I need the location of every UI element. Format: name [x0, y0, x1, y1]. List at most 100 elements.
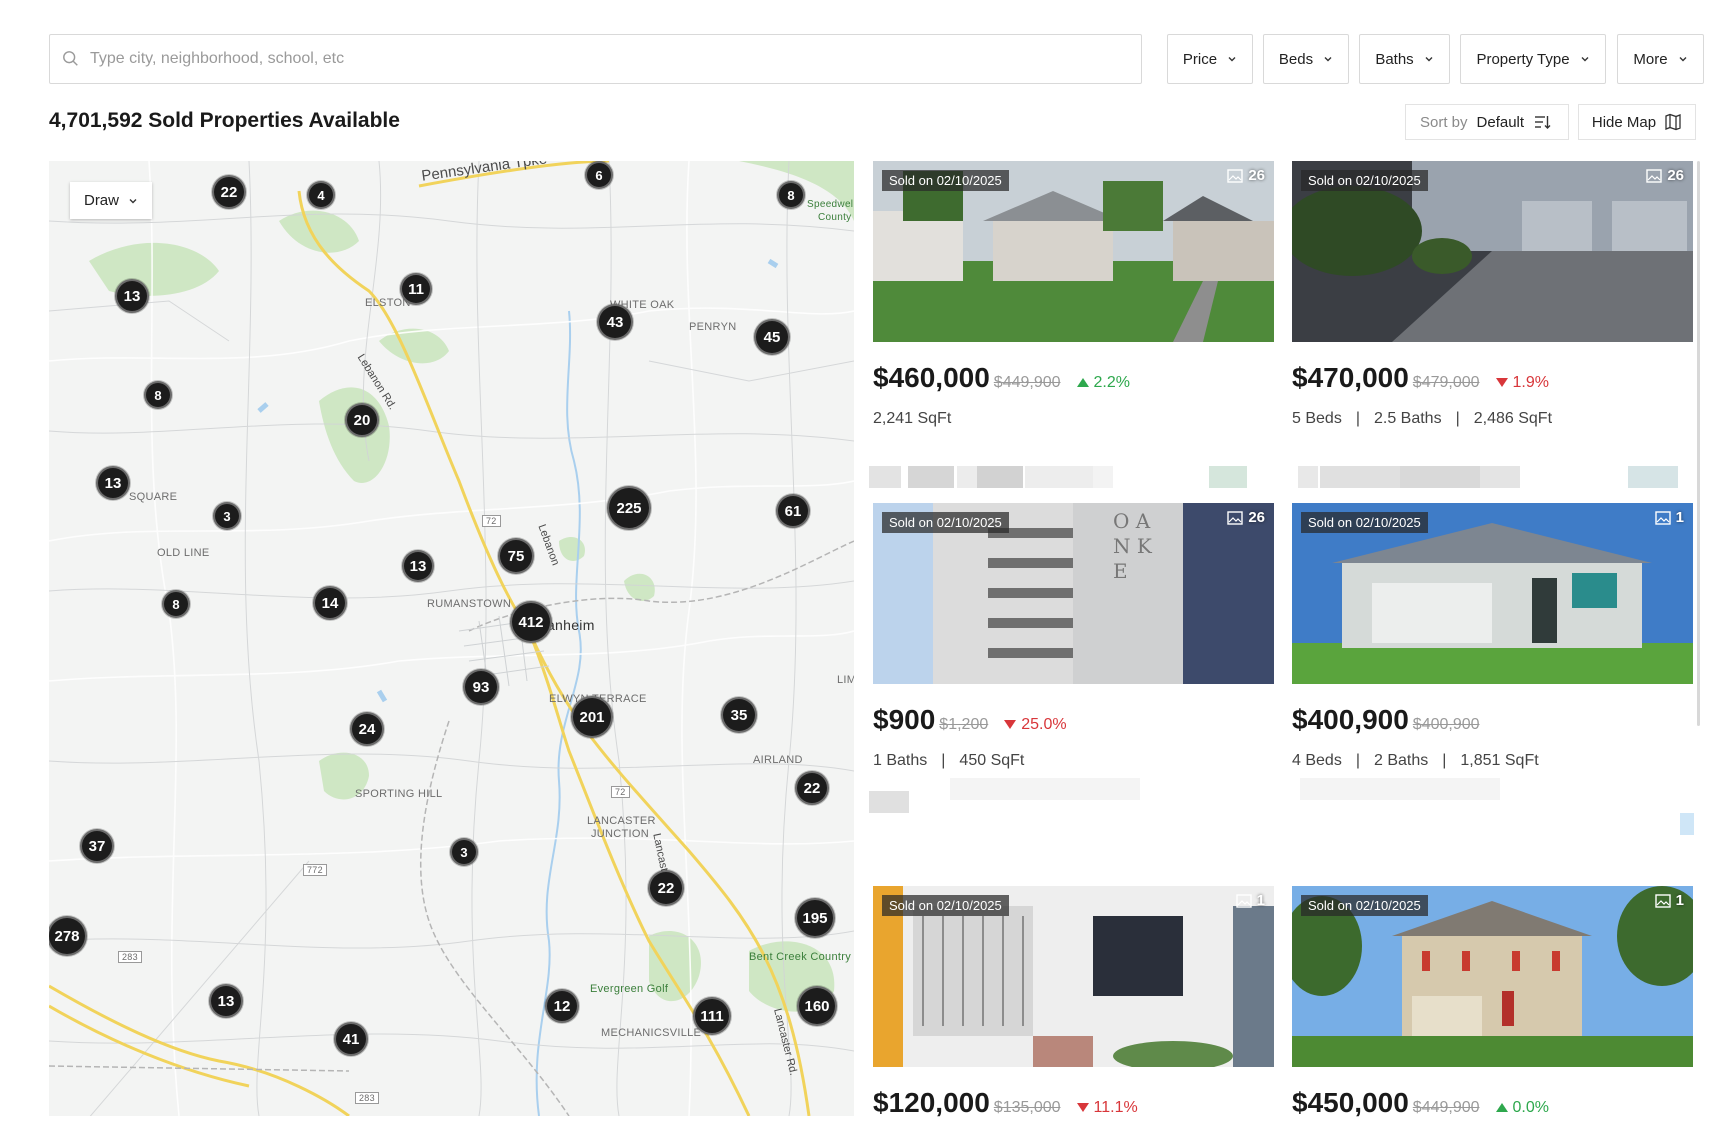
map-cluster-marker[interactable]: 13	[115, 279, 149, 313]
map-cluster-marker[interactable]: 201	[571, 696, 613, 738]
map-cluster-marker[interactable]: 8	[777, 181, 805, 209]
loading-placeholder	[869, 791, 909, 813]
listing-price: $470,000	[1292, 362, 1409, 393]
map-cluster-marker[interactable]: 195	[795, 898, 835, 938]
map-view[interactable]: Draw Pennsylvania Tpke Lebanon Rd. Lanca…	[49, 161, 854, 1116]
price-row: $470,000 $479,000 1.9%	[1292, 362, 1693, 396]
listing-card[interactable]: Sold on 02/10/2025 1 $450,000 $449,900 0…	[1292, 886, 1693, 1135]
map-cluster-marker[interactable]: 14	[313, 586, 347, 620]
draw-button[interactable]: Draw	[70, 182, 152, 219]
listing-photo[interactable]: O AN KE Sold on 02/10/2025 26	[873, 503, 1274, 684]
map-cluster-marker[interactable]: 75	[498, 538, 534, 574]
map-cluster-marker[interactable]: 13	[209, 984, 243, 1018]
listing-spec: 2,486 SqFt	[1473, 410, 1553, 427]
map-cluster-marker[interactable]: 6	[585, 161, 613, 189]
listing-spec: 5 Beds	[1292, 410, 1342, 427]
loading-placeholder	[977, 466, 1023, 488]
chevron-down-icon	[1228, 57, 1236, 62]
map-cluster-marker[interactable]: 4	[307, 181, 335, 209]
map-cluster-marker[interactable]: 93	[463, 669, 499, 705]
sort-dropdown[interactable]: Sort by Default	[1405, 104, 1569, 140]
price-change: 25.0%	[1004, 716, 1067, 734]
map-cluster-marker[interactable]: 111	[693, 997, 731, 1035]
route-shield: 72	[611, 786, 630, 798]
place-label: PENRYN	[689, 321, 737, 333]
price-filter-button[interactable]: Price	[1167, 34, 1253, 84]
map-cluster-marker[interactable]: 8	[144, 381, 172, 409]
spec-separator: |	[1455, 410, 1460, 427]
arrow-up-icon	[1076, 378, 1089, 387]
map-cluster-marker[interactable]: 22	[795, 771, 829, 805]
place-label: LANCASTER	[587, 815, 656, 827]
map-cluster-marker[interactable]: 13	[96, 466, 130, 500]
scrollbar[interactable]	[1697, 161, 1700, 726]
more-filter-button[interactable]: More	[1617, 34, 1704, 84]
route-shield: 283	[355, 1092, 379, 1104]
listing-spec: 2 Baths	[1373, 752, 1429, 769]
listing-specs: 5 Beds | 2.5 Baths | 2,486 SqFt	[1292, 410, 1693, 428]
loading-placeholder	[1320, 466, 1400, 488]
listing-photo[interactable]: Sold on 02/10/2025 1	[1292, 886, 1693, 1067]
listing-photo[interactable]: Sold on 02/10/2025 26	[1292, 161, 1693, 342]
hide-map-button[interactable]: Hide Map	[1578, 104, 1696, 140]
listing-card[interactable]: Sold on 02/10/2025 1 $400,900 $400,900 4…	[1292, 503, 1693, 770]
map-cluster-marker[interactable]: 8	[162, 590, 190, 618]
svg-text:E: E	[1113, 559, 1128, 583]
listing-photo[interactable]: Sold on 02/10/2025 1	[1292, 503, 1693, 684]
search-box[interactable]	[49, 34, 1142, 84]
map-cluster-marker[interactable]: 11	[400, 273, 432, 305]
listing-old-price: $479,000	[1412, 374, 1480, 391]
baths-filter-button[interactable]: Baths	[1359, 34, 1450, 84]
map-cluster-marker[interactable]: 225	[607, 486, 651, 530]
listing-old-price: $449,900	[1412, 1099, 1480, 1116]
listing-card[interactable]: Sold on 02/10/2025 26 $460,000 $449,900 …	[873, 161, 1274, 428]
listing-photo[interactable]: Sold on 02/10/2025 26	[873, 161, 1274, 342]
map-cluster-marker[interactable]: 45	[754, 319, 790, 355]
image-count: 1	[1654, 892, 1684, 909]
map-cluster-marker[interactable]: 20	[345, 403, 379, 437]
chevron-down-icon	[1679, 57, 1687, 62]
map-cluster-marker[interactable]: 13	[402, 550, 434, 582]
price-change-value: 2.2%	[1093, 373, 1130, 391]
map-cluster-marker[interactable]: 24	[350, 712, 384, 746]
map-cluster-marker[interactable]: 61	[776, 494, 810, 528]
map-base[interactable]	[49, 161, 854, 1116]
map-cluster-marker[interactable]: 43	[597, 304, 633, 340]
map-cluster-marker[interactable]: 22	[648, 870, 684, 906]
place-label: MECHANICSVILLE	[601, 1027, 702, 1039]
map-cluster-marker[interactable]: 160	[797, 986, 837, 1026]
loading-placeholder	[869, 466, 901, 488]
listing-specs: 2,241 SqFt	[873, 410, 1274, 428]
map-cluster-marker[interactable]: 35	[721, 697, 757, 733]
listing-card[interactable]: O AN KE Sold on 02/10/2025 26 $900 $1,20…	[873, 503, 1274, 770]
beds-filter-label: Beds	[1278, 50, 1314, 68]
map-cluster-marker[interactable]: 37	[80, 829, 114, 863]
listing-card[interactable]: Sold on 02/10/2025 26 $470,000 $479,000 …	[1292, 161, 1693, 428]
map-cluster-marker[interactable]: 3	[213, 502, 241, 530]
loading-placeholder	[1628, 466, 1678, 488]
listing-photo[interactable]: Sold on 02/10/2025 1	[873, 886, 1274, 1067]
arrow-down-icon	[1495, 378, 1508, 387]
map-cluster-marker[interactable]: 41	[334, 1022, 368, 1056]
loading-placeholder	[1480, 466, 1520, 488]
listing-card[interactable]: Sold on 02/10/2025 1 $120,000 $135,000 1…	[873, 886, 1274, 1135]
sold-date-badge: Sold on 02/10/2025	[1301, 895, 1428, 916]
property-type-filter-button[interactable]: Property Type	[1460, 34, 1606, 84]
listing-specs: 1 Baths | 450 SqFt	[873, 752, 1274, 770]
sold-date-badge: Sold on 02/10/2025	[882, 170, 1009, 191]
beds-filter-button[interactable]: Beds	[1263, 34, 1349, 84]
sold-date-badge: Sold on 02/10/2025	[1301, 170, 1428, 191]
map-icon	[1665, 113, 1681, 131]
loading-placeholder	[1209, 466, 1247, 488]
image-icon	[1227, 168, 1244, 183]
loading-placeholder	[1300, 778, 1500, 800]
price-change-value: 0.0%	[1512, 1098, 1549, 1116]
map-cluster-marker[interactable]: 3	[450, 838, 478, 866]
place-label: County	[818, 212, 852, 223]
map-cluster-marker[interactable]: 22	[212, 175, 246, 209]
map-cluster-marker[interactable]: 12	[545, 989, 579, 1023]
map-cluster-marker[interactable]: 412	[510, 601, 552, 643]
search-input[interactable]	[90, 50, 990, 68]
sort-value: Default	[1476, 113, 1525, 131]
loading-placeholder	[1093, 466, 1113, 488]
